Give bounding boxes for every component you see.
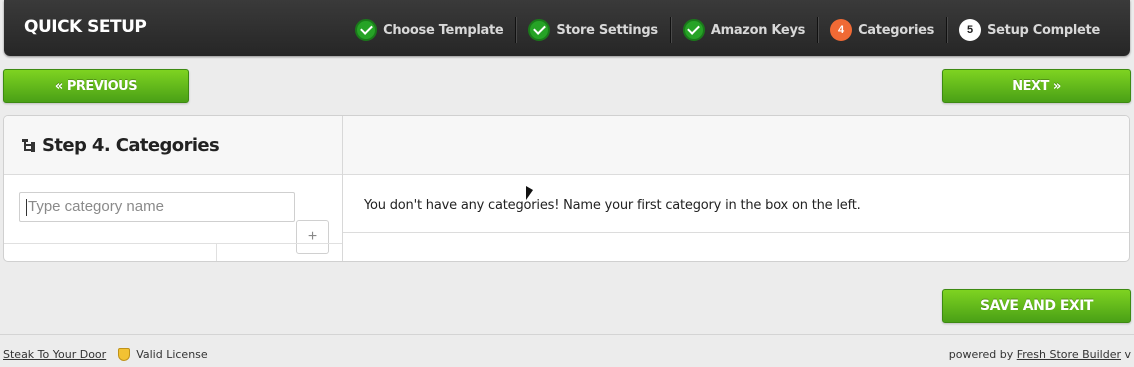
step-divider xyxy=(669,17,671,43)
step-number-badge: 5 xyxy=(959,19,982,41)
mouse-cursor xyxy=(526,186,533,200)
page-title: Step 4. Categories xyxy=(42,134,220,156)
step-amazon-keys[interactable]: Amazon Keys xyxy=(682,19,806,41)
category-name-input[interactable]: Type category name xyxy=(19,192,295,222)
footer-left: Steak To Your Door Valid License xyxy=(3,348,208,361)
step-setup-complete[interactable]: 5 Setup Complete xyxy=(959,19,1100,41)
step-choose-template[interactable]: Choose Template xyxy=(355,19,504,41)
previous-button[interactable]: « PREVIOUS xyxy=(3,69,189,103)
step-label: Choose Template xyxy=(383,22,504,38)
shield-icon xyxy=(118,348,131,361)
step-label: Store Settings xyxy=(556,22,658,38)
license-status: Valid License xyxy=(136,348,208,361)
step-divider xyxy=(817,17,819,43)
check-icon xyxy=(528,19,551,41)
category-list xyxy=(4,243,342,261)
categories-sidebar: Step 4. Categories Type category name + xyxy=(4,116,343,261)
quick-setup-bar: QUICK SETUP Choose Template Store Settin… xyxy=(4,0,1130,56)
step-categories[interactable]: 4 Categories xyxy=(830,19,934,41)
step-divider xyxy=(515,17,517,43)
categories-panel: Step 4. Categories Type category name + … xyxy=(3,115,1130,262)
step-label: Amazon Keys xyxy=(710,22,806,38)
input-placeholder: Type category name xyxy=(28,198,164,215)
version-label: v xyxy=(1124,348,1131,361)
content-header xyxy=(343,116,1129,175)
save-and-exit-button[interactable]: SAVE AND EXIT xyxy=(942,289,1131,323)
setup-steps: Choose Template Store Settings Amazon Ke… xyxy=(343,17,1100,43)
categories-header: Step 4. Categories xyxy=(4,116,342,175)
check-icon xyxy=(682,19,705,41)
step-label: Categories xyxy=(858,22,935,38)
step-divider xyxy=(946,17,948,43)
footer-right: powered by Fresh Store Builder v xyxy=(949,348,1131,361)
fresh-store-builder-link[interactable]: Fresh Store Builder xyxy=(1017,348,1121,361)
step-number-badge: 4 xyxy=(830,19,853,41)
store-link[interactable]: Steak To Your Door xyxy=(3,348,106,361)
text-caret xyxy=(26,198,27,216)
empty-state-message: You don't have any categories! Name your… xyxy=(364,198,861,213)
step-label: Setup Complete xyxy=(987,22,1100,38)
powered-by-prefix: powered by xyxy=(948,348,1014,361)
footer-divider xyxy=(0,334,1134,335)
check-icon xyxy=(355,19,378,41)
divider xyxy=(343,232,1129,233)
tree-icon xyxy=(22,137,36,153)
quick-setup-title: QUICK SETUP xyxy=(24,17,147,37)
next-button[interactable]: NEXT » xyxy=(942,69,1131,103)
step-store-settings[interactable]: Store Settings xyxy=(528,19,658,41)
categories-content: You don't have any categories! Name your… xyxy=(343,116,1129,261)
